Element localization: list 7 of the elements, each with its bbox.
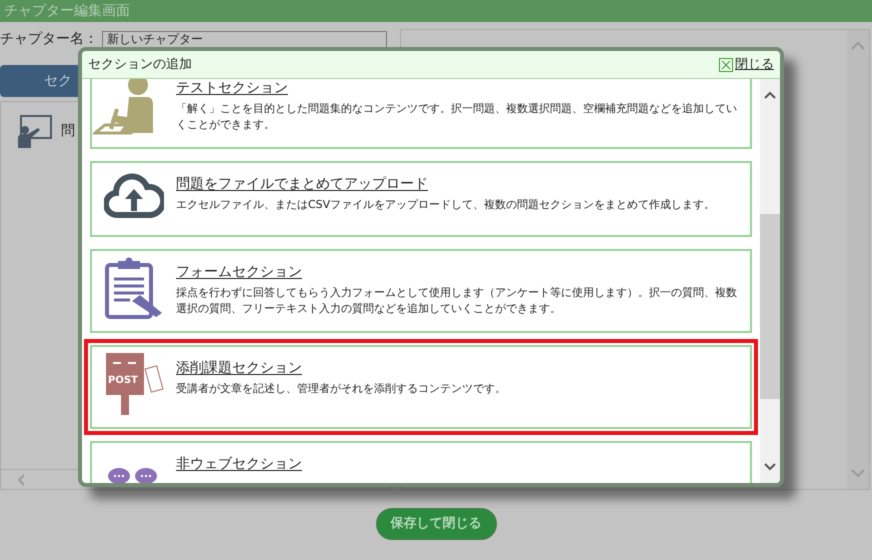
section-type-description: 採点を行わずに回答してもらう入力フォームとして使用します（アンケート等に使用します）。択一の質問、複数選択の質問、フリーテキスト入力の質問などを追加していくことができます。 (176, 285, 738, 317)
chapter-name-label: チャプター名： (0, 30, 98, 49)
section-type-description: エクセルファイル、またはCSVファイルをアップロードして、複数の問題セクションをまとめて作成します。 (176, 197, 716, 213)
dialog-title: セクションの追加 (88, 56, 192, 74)
section-type-description: 受講者が文章を記述し、管理者がそれを添削するコンテンツです。 (176, 381, 507, 397)
page-title: チャプター編集画面 (4, 2, 130, 20)
section-type-description: 「解く」ことを目的とした問題集的なコンテンツです。択一問題、複数選択問題、空欄補充問題などを追加していくことができます。 (176, 101, 738, 133)
